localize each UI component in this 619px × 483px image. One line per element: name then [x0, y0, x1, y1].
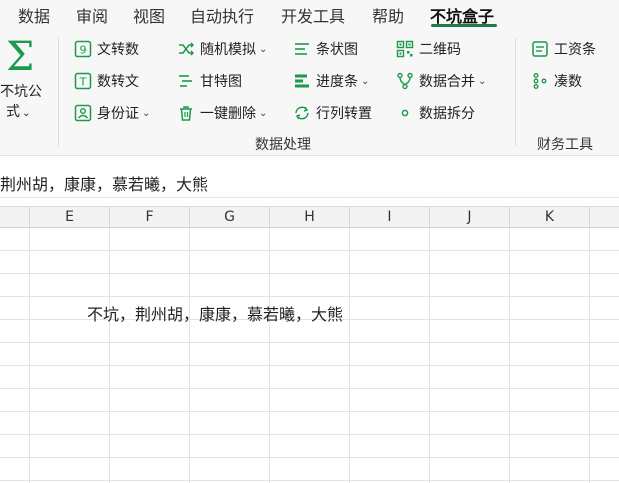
row-line — [0, 388, 619, 389]
sigma-icon: Σ — [6, 34, 35, 80]
column-header-j[interactable]: J — [430, 207, 510, 228]
column-line — [589, 228, 590, 483]
id-card-button[interactable]: 身份证 ⌄ — [74, 102, 150, 124]
t-box-icon: T — [74, 72, 92, 90]
column-line — [269, 228, 270, 483]
progress-icon — [293, 72, 311, 90]
row-line — [0, 250, 619, 251]
column-header-partial — [0, 207, 30, 228]
dot-icon — [396, 104, 414, 122]
chevron-down-icon: ⌄ — [478, 75, 487, 87]
column-line — [509, 228, 510, 483]
tab-view[interactable]: 视图 — [133, 3, 165, 27]
random-sim-button[interactable]: 随机模拟 ⌄ — [177, 38, 267, 60]
qrcode-icon — [396, 40, 414, 58]
nine-box-icon: 9 — [74, 40, 92, 58]
column-line — [29, 228, 30, 483]
shuffle-icon — [177, 40, 195, 58]
column-header-e[interactable]: E — [30, 207, 110, 228]
text-to-number-label: 文转数 — [97, 42, 139, 58]
person-box-icon — [74, 104, 92, 122]
menu-bar: 数据 审阅 视图 自动执行 开发工具 帮助 不坑盒子 — [0, 0, 619, 28]
bar-list-icon — [293, 40, 311, 58]
group-label-data-processing: 数据处理 — [255, 137, 311, 153]
round-sum-label: 凑数 — [554, 74, 582, 90]
formula-bar-value[interactable]: 荆州胡，康康，慕若曦，大熊 — [0, 171, 208, 195]
cell-f-value[interactable]: 不坑，荆州胡，康康，慕若曦，大熊 — [87, 301, 343, 325]
column-header-f[interactable]: F — [110, 207, 190, 228]
qrcode-label: 二维码 — [419, 42, 461, 58]
salary-slip-icon — [531, 40, 549, 58]
one-click-delete-label: 一键删除 — [200, 106, 256, 122]
column-header-g[interactable]: G — [190, 207, 270, 228]
data-merge-button[interactable]: 数据合并 ⌄ — [396, 70, 486, 92]
salary-slip-button[interactable]: 工资条 — [531, 38, 596, 60]
column-header-k[interactable]: K — [510, 207, 590, 228]
row-line — [0, 342, 619, 343]
column-line — [109, 228, 110, 483]
chevron-down-icon: ⌄ — [361, 75, 370, 87]
row-line — [0, 296, 619, 297]
column-header-row: E F G H I J K — [0, 206, 619, 228]
column-header-h[interactable]: H — [270, 207, 350, 228]
row-line — [0, 411, 619, 412]
transpose-button[interactable]: 行列转置 — [293, 102, 372, 124]
row-line — [0, 457, 619, 458]
svg-text:9: 9 — [80, 44, 87, 57]
formula-button-label: 不坑公 — [0, 84, 42, 100]
sheet-grid[interactable]: 不坑，荆州胡，康康，慕若曦，大熊 — [0, 228, 619, 483]
data-merge-label: 数据合并 — [419, 74, 475, 90]
trash-icon — [177, 104, 195, 122]
group-label-finance-tools: 财务工具 — [537, 137, 593, 153]
transpose-label: 行列转置 — [316, 106, 372, 122]
one-click-delete-button[interactable]: 一键删除 ⌄ — [177, 102, 267, 124]
round-sum-button[interactable]: 凑数 — [531, 70, 582, 92]
number-to-text-label: 数转文 — [97, 74, 139, 90]
tab-review[interactable]: 审阅 — [76, 3, 108, 27]
row-line — [0, 434, 619, 435]
column-header-i[interactable]: I — [350, 207, 430, 228]
bar-chart-label: 条状图 — [316, 42, 358, 58]
formula-bar[interactable]: 荆州胡，康康，慕若曦，大熊 — [0, 166, 619, 198]
data-split-label: 数据拆分 — [419, 106, 475, 122]
column-line — [189, 228, 190, 483]
column-header-partial — [590, 207, 619, 228]
chevron-down-icon: ⌄ — [142, 107, 151, 119]
chevron-down-icon: ⌄ — [259, 107, 268, 119]
bar-chart-button[interactable]: 条状图 — [293, 38, 358, 60]
row-line — [0, 365, 619, 366]
active-tab-indicator — [431, 24, 497, 27]
ribbon-separator — [58, 38, 59, 146]
formula-button-label-line2: 式 ⌄ — [6, 104, 31, 120]
merge-icon — [396, 72, 414, 90]
progress-bar-button[interactable]: 进度条 ⌄ — [293, 70, 369, 92]
svg-text:T: T — [79, 76, 87, 89]
dots-vertical-icon — [531, 72, 549, 90]
id-card-label: 身份证 — [97, 106, 139, 122]
row-line — [0, 480, 619, 481]
gantt-icon — [177, 72, 195, 90]
tab-developer[interactable]: 开发工具 — [281, 3, 345, 27]
column-line — [429, 228, 430, 483]
text-to-number-button[interactable]: 9 文转数 — [74, 38, 139, 60]
rotate-icon — [293, 104, 311, 122]
ribbon: Σ 不坑公 式 ⌄ 9 文转数 T 数转文 身份证 ⌄ 随机模拟 ⌄ 甘特图 一… — [0, 28, 619, 156]
salary-slip-label: 工资条 — [554, 42, 596, 58]
ribbon-separator — [515, 38, 516, 146]
gantt-label: 甘特图 — [200, 74, 242, 90]
progress-bar-label: 进度条 — [316, 74, 358, 90]
gantt-button[interactable]: 甘特图 — [177, 70, 242, 92]
data-split-button[interactable]: 数据拆分 — [396, 102, 475, 124]
number-to-text-button[interactable]: T 数转文 — [74, 70, 139, 92]
row-line — [0, 273, 619, 274]
column-line — [349, 228, 350, 483]
tab-data[interactable]: 数据 — [18, 3, 50, 27]
bukeng-formula-button[interactable]: Σ 不坑公 式 ⌄ — [0, 36, 48, 120]
tab-automation[interactable]: 自动执行 — [190, 3, 254, 27]
chevron-down-icon: ⌄ — [259, 43, 268, 55]
qrcode-button[interactable]: 二维码 — [396, 38, 461, 60]
random-sim-label: 随机模拟 — [200, 42, 256, 58]
tab-help[interactable]: 帮助 — [372, 3, 404, 27]
